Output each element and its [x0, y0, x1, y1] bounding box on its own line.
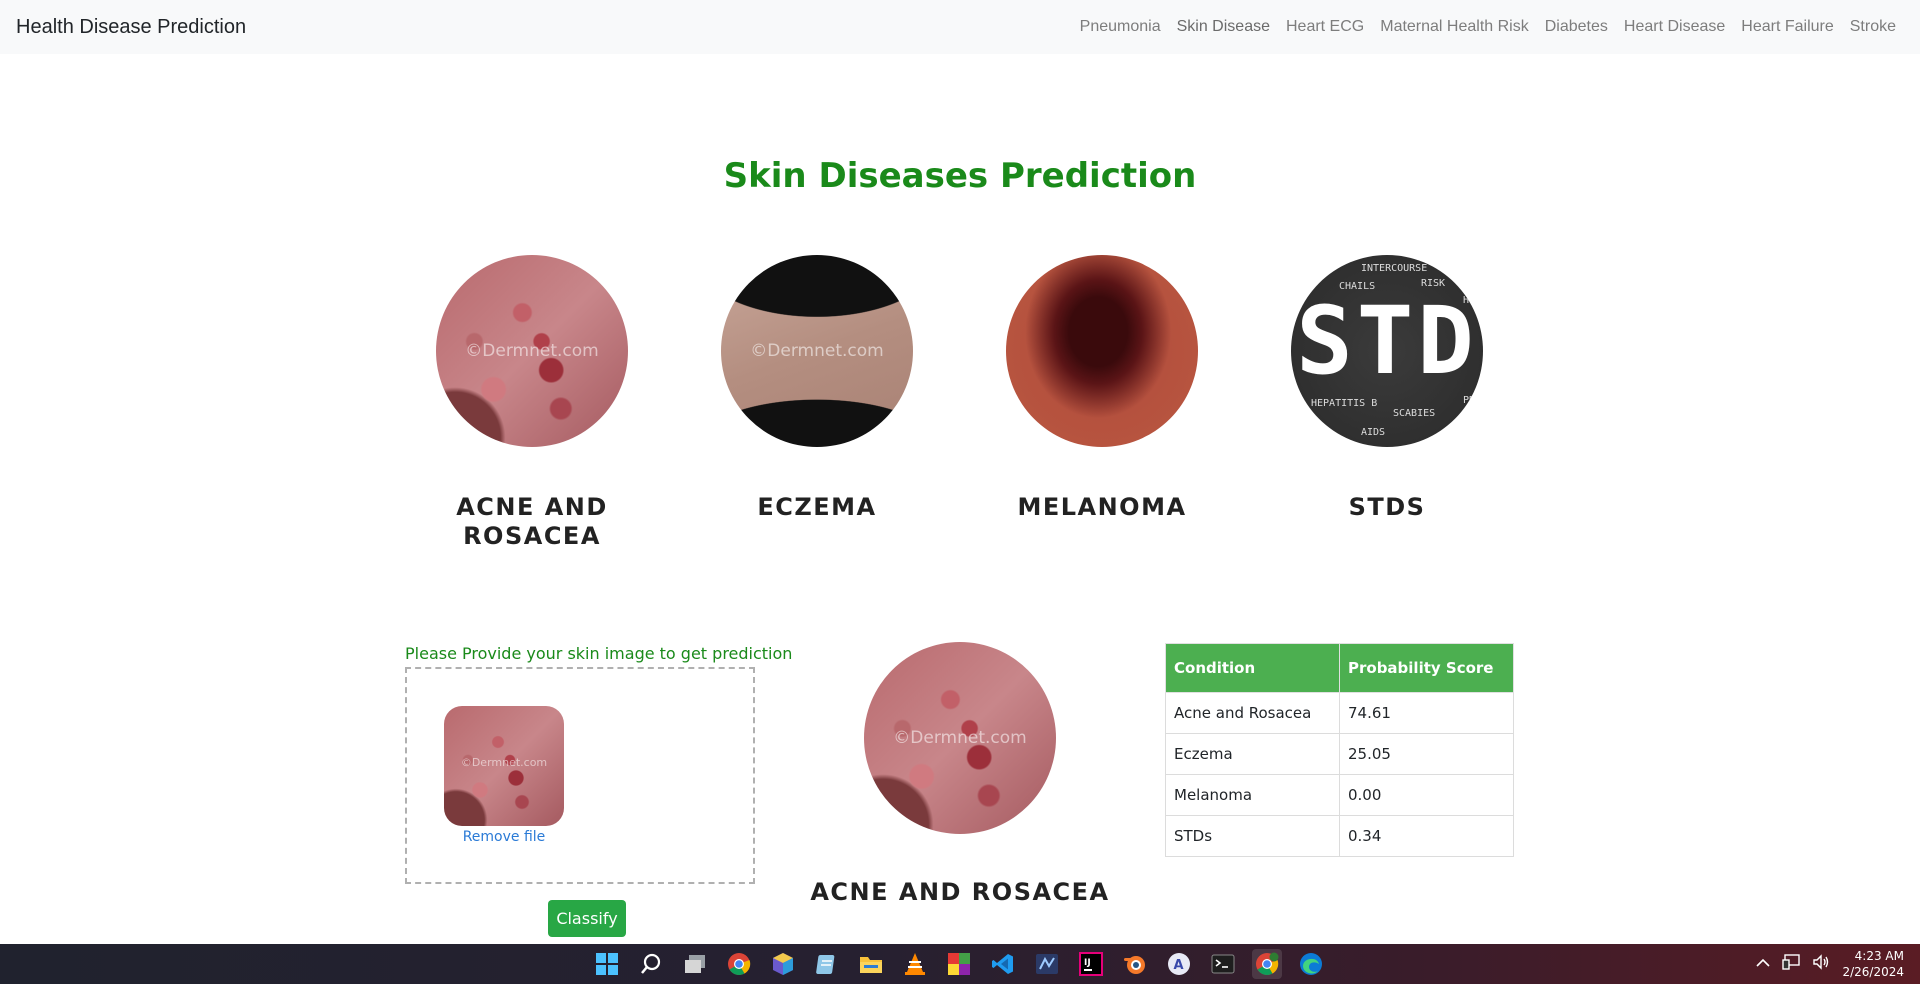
nav-link-stroke[interactable]: Stroke: [1842, 18, 1904, 36]
chevron-up-icon[interactable]: [1756, 955, 1771, 973]
network-icon[interactable]: [1782, 953, 1801, 975]
taskbar-apps: IJ A: [592, 944, 1326, 984]
chrome-icon[interactable]: [724, 949, 754, 979]
nav-link-maternal-health-risk[interactable]: Maternal Health Risk: [1372, 18, 1537, 36]
probability-cell: 0.00: [1339, 774, 1514, 816]
condition-cell: Acne and Rosacea: [1165, 692, 1340, 734]
probability-cell: 25.05: [1339, 733, 1514, 775]
file-dropzone[interactable]: ©Dermnet.com Remove file: [405, 667, 755, 884]
cube-app-icon[interactable]: [768, 949, 798, 979]
ssms-icon[interactable]: [1032, 949, 1062, 979]
clock-time: 4:23 AM: [1854, 949, 1904, 963]
brand-link[interactable]: Health Disease Prediction: [16, 16, 246, 39]
upload-prompt: Please Provide your skin image to get pr…: [405, 644, 793, 663]
column-header-condition: Condition: [1165, 643, 1340, 693]
nav-link-heart-ecg[interactable]: Heart ECG: [1278, 18, 1372, 36]
image-watermark: ©Dermnet.com: [893, 728, 1027, 748]
result-panel: ©Dermnet.com: [864, 642, 1056, 834]
search-icon[interactable]: [636, 949, 666, 979]
nav-link-heart-failure[interactable]: Heart Failure: [1733, 18, 1841, 36]
probability-cell: 74.61: [1339, 692, 1514, 734]
std-word: HEPATITIS B: [1311, 398, 1378, 409]
svg-text:IJ: IJ: [1084, 958, 1091, 968]
chrome-profile-icon[interactable]: [1252, 949, 1282, 979]
stds-image: INTERCOURSE CHAILS RISK HE STD HEPATITIS…: [1291, 255, 1483, 447]
nav-link-pneumonia[interactable]: Pneumonia: [1072, 18, 1169, 36]
condition-cell: Eczema: [1165, 733, 1340, 775]
nav-links: Pneumonia Skin Disease Heart ECG Materna…: [1072, 18, 1904, 36]
condition-cell: Melanoma: [1165, 774, 1340, 816]
std-word: INTERCOURSE: [1361, 263, 1428, 274]
notepad-icon[interactable]: [812, 949, 842, 979]
browser-a-icon[interactable]: A: [1164, 949, 1194, 979]
navbar: Health Disease Prediction Pneumonia Skin…: [0, 0, 1920, 54]
table-header-row: Condition Probability Score: [1165, 643, 1514, 693]
task-view-icon[interactable]: [680, 949, 710, 979]
nav-link-heart-disease[interactable]: Heart Disease: [1616, 18, 1733, 36]
table-row: STDs 0.34: [1165, 815, 1514, 857]
uploaded-image-thumbnail: ©Dermnet.com: [444, 706, 564, 826]
classify-button[interactable]: Classify: [548, 900, 626, 937]
edge-icon[interactable]: [1296, 949, 1326, 979]
image-watermark: ©Dermnet.com: [465, 341, 599, 361]
card-stds: INTERCOURSE CHAILS RISK HE STD HEPATITIS…: [1257, 255, 1517, 522]
table-row: Melanoma 0.00: [1165, 774, 1514, 816]
table-row: Eczema 25.05: [1165, 733, 1514, 775]
vlc-icon[interactable]: [900, 949, 930, 979]
acne-rosacea-image: ©Dermnet.com: [436, 255, 628, 447]
svg-text:A: A: [1174, 958, 1184, 973]
taskbar-clock[interactable]: 4:23 AM 2/26/2024: [1842, 948, 1904, 980]
card-label-acne-rosacea: ACNE AND ROSACEA: [456, 493, 608, 550]
system-tray: 4:23 AM 2/26/2024: [1756, 944, 1904, 984]
app-root: Health Disease Prediction Pneumonia Skin…: [0, 0, 1920, 984]
std-word: AIDS: [1361, 427, 1386, 438]
card-melanoma: MELANOMA: [972, 255, 1232, 522]
windows-start-icon[interactable]: [592, 949, 622, 979]
card-acne-rosacea: ©Dermnet.com ACNE AND ROSACEA: [402, 255, 662, 551]
column-header-probability: Probability Score: [1339, 643, 1514, 693]
std-chalk-text: STD: [1296, 287, 1478, 396]
predicted-label: ACNE AND ROSACEA: [810, 878, 1110, 906]
table-row: Acne and Rosacea 74.61: [1165, 692, 1514, 734]
vscode-icon[interactable]: [988, 949, 1018, 979]
card-label-eczema: ECZEMA: [757, 493, 877, 521]
jetbrains-icon[interactable]: IJ: [1076, 949, 1106, 979]
std-word: SCABIES: [1393, 408, 1436, 419]
probability-cell: 0.34: [1339, 815, 1514, 857]
std-word: PR: [1463, 395, 1476, 406]
remove-file-link[interactable]: Remove file: [444, 829, 564, 845]
volume-icon[interactable]: [1812, 953, 1830, 975]
colorful-grid-app-icon[interactable]: [944, 949, 974, 979]
card-label-stds: STDS: [1348, 493, 1426, 521]
card-eczema: ©Dermnet.com ECZEMA: [687, 255, 947, 522]
eczema-image: ©Dermnet.com: [721, 255, 913, 447]
blender-icon[interactable]: [1120, 949, 1150, 979]
predicted-image: ©Dermnet.com: [864, 642, 1056, 834]
clock-date: 2/26/2024: [1842, 965, 1904, 979]
terminal-icon[interactable]: [1208, 949, 1238, 979]
image-watermark: ©Dermnet.com: [750, 341, 884, 361]
file-explorer-icon[interactable]: [856, 949, 886, 979]
nav-link-skin-disease[interactable]: Skin Disease: [1169, 18, 1278, 36]
probability-table: Condition Probability Score Acne and Ros…: [1165, 643, 1514, 857]
card-label-melanoma: MELANOMA: [1017, 493, 1187, 521]
image-watermark: ©Dermnet.com: [460, 756, 548, 769]
taskbar: IJ A 4:23 AM 2/26/2024: [0, 944, 1920, 984]
page-title: Skin Diseases Prediction: [723, 156, 1197, 196]
nav-link-diabetes[interactable]: Diabetes: [1537, 18, 1616, 36]
melanoma-image: [1006, 255, 1198, 447]
condition-cell: STDs: [1165, 815, 1340, 857]
